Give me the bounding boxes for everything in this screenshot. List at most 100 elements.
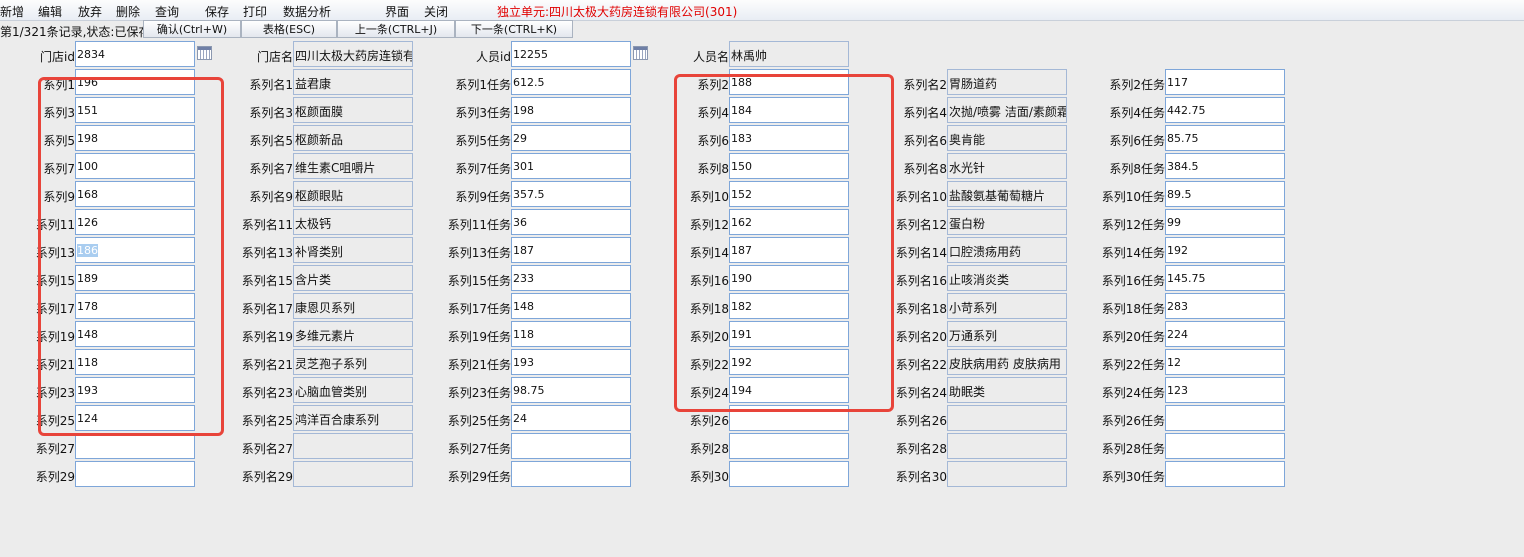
series-21-field[interactable]: 118: [75, 349, 195, 375]
store-name-field[interactable]: 四川太极大药房连锁有: [293, 41, 413, 67]
series-name-18-field[interactable]: 小苛系列: [947, 293, 1067, 319]
series-task-9-field[interactable]: 357.5: [511, 181, 631, 207]
series-name-13-field[interactable]: 补肾类别: [293, 237, 413, 263]
series-name-3-field[interactable]: 枢颜面膜: [293, 97, 413, 123]
prev-button[interactable]: 上一条(CTRL+J): [337, 20, 455, 38]
series-6-field[interactable]: 183: [729, 125, 849, 151]
series-task-29-field[interactable]: [511, 461, 631, 487]
series-task-5-field[interactable]: 29: [511, 125, 631, 151]
series-name-19-field[interactable]: 多维元素片: [293, 321, 413, 347]
series-name-28-field[interactable]: [947, 433, 1067, 459]
series-name-2-field[interactable]: 胃肠道药: [947, 69, 1067, 95]
series-name-8-field[interactable]: 水光针: [947, 153, 1067, 179]
series-name-21-field[interactable]: 灵芝孢子系列: [293, 349, 413, 375]
series-task-13-field[interactable]: 187: [511, 237, 631, 263]
series-17-field[interactable]: 178: [75, 293, 195, 319]
menu-close[interactable]: 关闭: [424, 3, 448, 20]
series-9-field[interactable]: 168: [75, 181, 195, 207]
menu-new[interactable]: 新增: [0, 3, 24, 20]
series-task-27-field[interactable]: [511, 433, 631, 459]
menu-delete[interactable]: 删除: [116, 3, 140, 20]
series-19-field[interactable]: 148: [75, 321, 195, 347]
series-task-17-field[interactable]: 148: [511, 293, 631, 319]
series-29-field[interactable]: [75, 461, 195, 487]
series-name-11-field[interactable]: 太极钙: [293, 209, 413, 235]
series-26-field[interactable]: [729, 405, 849, 431]
series-task-11-field[interactable]: 36: [511, 209, 631, 235]
series-name-9-field[interactable]: 枢颜眼贴: [293, 181, 413, 207]
series-name-5-field[interactable]: 枢颜新品: [293, 125, 413, 151]
menu-print[interactable]: 打印: [243, 3, 267, 20]
series-task-7-field[interactable]: 301: [511, 153, 631, 179]
menu-edit[interactable]: 编辑: [38, 3, 62, 20]
series-name-24-field[interactable]: 助眠类: [947, 377, 1067, 403]
series-name-4-field[interactable]: 次抛/喷雾 洁面/素颜霜: [947, 97, 1067, 123]
series-task-18-field[interactable]: 283: [1165, 293, 1285, 319]
series-name-25-field[interactable]: 鸿洋百合康系列: [293, 405, 413, 431]
menu-analysis[interactable]: 数据分析: [283, 3, 331, 20]
staff-name-field[interactable]: 林禹帅: [729, 41, 849, 67]
series-task-26-field[interactable]: [1165, 405, 1285, 431]
series-task-6-field[interactable]: 85.75: [1165, 125, 1285, 151]
series-task-19-field[interactable]: 118: [511, 321, 631, 347]
series-13-field[interactable]: 186: [75, 237, 195, 263]
series-16-field[interactable]: 190: [729, 265, 849, 291]
series-2-field[interactable]: 188: [729, 69, 849, 95]
grid-button[interactable]: 表格(ESC): [241, 20, 337, 38]
menu-save[interactable]: 保存: [205, 3, 229, 20]
staff-id-field[interactable]: 12255: [511, 41, 631, 67]
series-name-29-field[interactable]: [293, 461, 413, 487]
series-23-field[interactable]: 193: [75, 377, 195, 403]
series-24-field[interactable]: 194: [729, 377, 849, 403]
series-task-2-field[interactable]: 117: [1165, 69, 1285, 95]
series-task-30-field[interactable]: [1165, 461, 1285, 487]
series-name-27-field[interactable]: [293, 433, 413, 459]
series-name-1-field[interactable]: 益君康: [293, 69, 413, 95]
series-15-field[interactable]: 189: [75, 265, 195, 291]
series-5-field[interactable]: 198: [75, 125, 195, 151]
series-name-17-field[interactable]: 康恩贝系列: [293, 293, 413, 319]
series-task-16-field[interactable]: 145.75: [1165, 265, 1285, 291]
series-task-1-field[interactable]: 612.5: [511, 69, 631, 95]
series-task-21-field[interactable]: 193: [511, 349, 631, 375]
menu-query[interactable]: 查询: [155, 3, 179, 20]
series-name-12-field[interactable]: 蛋白粉: [947, 209, 1067, 235]
series-name-6-field[interactable]: 奥肯能: [947, 125, 1067, 151]
series-8-field[interactable]: 150: [729, 153, 849, 179]
series-task-3-field[interactable]: 198: [511, 97, 631, 123]
series-30-field[interactable]: [729, 461, 849, 487]
confirm-button[interactable]: 确认(Ctrl+W): [143, 20, 241, 38]
series-task-23-field[interactable]: 98.75: [511, 377, 631, 403]
series-name-15-field[interactable]: 含片类: [293, 265, 413, 291]
series-name-16-field[interactable]: 止咳消炎类: [947, 265, 1067, 291]
series-14-field[interactable]: 187: [729, 237, 849, 263]
series-task-20-field[interactable]: 224: [1165, 321, 1285, 347]
series-12-field[interactable]: 162: [729, 209, 849, 235]
series-name-14-field[interactable]: 口腔溃疡用药: [947, 237, 1067, 263]
series-task-12-field[interactable]: 99: [1165, 209, 1285, 235]
next-button[interactable]: 下一条(CTRL+K): [455, 20, 573, 38]
series-task-10-field[interactable]: 89.5: [1165, 181, 1285, 207]
menu-interface[interactable]: 界面: [385, 3, 409, 20]
menu-discard[interactable]: 放弃: [78, 3, 102, 20]
series-name-22-field[interactable]: 皮肤病用药 皮肤病用: [947, 349, 1067, 375]
series-name-10-field[interactable]: 盐酸氨基葡萄糖片: [947, 181, 1067, 207]
series-25-field[interactable]: 124: [75, 405, 195, 431]
series-22-field[interactable]: 192: [729, 349, 849, 375]
series-name-20-field[interactable]: 万通系列: [947, 321, 1067, 347]
series-task-25-field[interactable]: 24: [511, 405, 631, 431]
store-id-field[interactable]: 2834: [75, 41, 195, 67]
series-name-26-field[interactable]: [947, 405, 1067, 431]
series-task-14-field[interactable]: 192: [1165, 237, 1285, 263]
series-task-15-field[interactable]: 233: [511, 265, 631, 291]
series-4-field[interactable]: 184: [729, 97, 849, 123]
series-27-field[interactable]: [75, 433, 195, 459]
series-3-field[interactable]: 151: [75, 97, 195, 123]
series-task-28-field[interactable]: [1165, 433, 1285, 459]
series-11-field[interactable]: 126: [75, 209, 195, 235]
series-task-24-field[interactable]: 123: [1165, 377, 1285, 403]
series-10-field[interactable]: 152: [729, 181, 849, 207]
series-28-field[interactable]: [729, 433, 849, 459]
series-7-field[interactable]: 100: [75, 153, 195, 179]
series-name-30-field[interactable]: [947, 461, 1067, 487]
